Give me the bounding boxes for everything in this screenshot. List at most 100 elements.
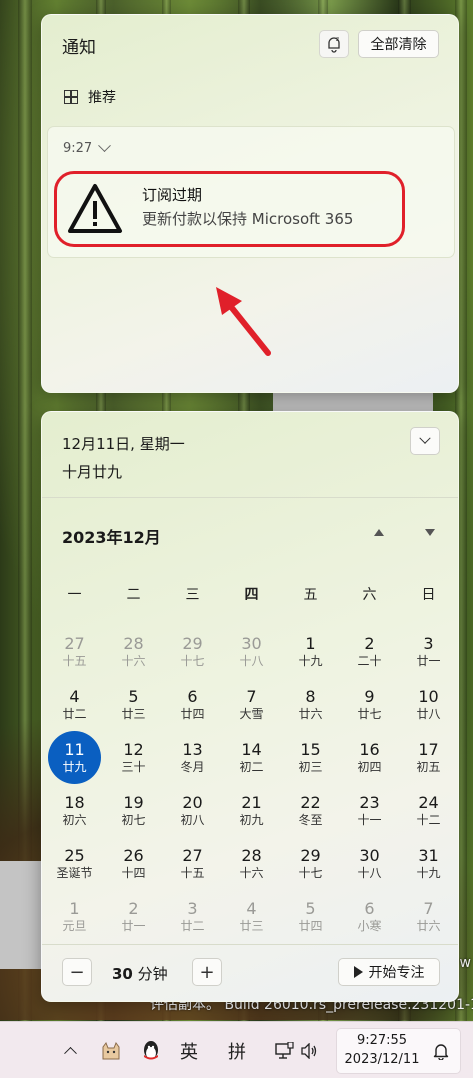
focus-minutes: 30 [112,965,133,983]
calendar-day[interactable]: 3 廿一 [399,625,458,678]
clear-all-button[interactable]: 全部清除 [358,30,439,58]
calendar-day[interactable]: 15 初三 [281,731,340,784]
calendar-day[interactable]: 4 廿三 [222,890,281,943]
do-not-disturb-icon: z [328,36,340,53]
day-number: 2 [128,899,139,918]
calendar-flyout: 12月11日, 星期一 十月廿九 2023年12月 一二三四五六日 27 十五 28… [41,411,459,1002]
calendar-day[interactable]: 3 廿二 [163,890,222,943]
day-lunar: 廿二 [180,919,205,933]
calendar-day[interactable]: 1 十九 [281,625,340,678]
day-number: 27 [182,846,203,865]
day-lunar: 廿三 [239,919,264,933]
calendar-day[interactable]: 5 廿三 [104,678,163,731]
clock-notification-button[interactable]: 9:27:55 2023/12/11 [336,1028,461,1074]
calendar-day[interactable]: 19 初七 [104,784,163,837]
calendar-day[interactable]: 1 元旦 [45,890,104,943]
day-number: 3 [423,634,434,653]
calendar-day[interactable]: 23 十一 [340,784,399,837]
calendar-day[interactable]: 18 初六 [45,784,104,837]
day-number: 1 [69,899,80,918]
day-lunar: 冬月 [180,760,205,774]
day-number: 23 [359,793,380,812]
weekday-label: 日 [421,587,436,603]
calendar-day[interactable]: 20 初八 [163,784,222,837]
calendar-day[interactable]: 6 小寒 [340,890,399,943]
calendar-day[interactable]: 2 二十 [340,625,399,678]
show-hidden-icons-button[interactable] [55,1022,85,1078]
start-focus-button[interactable]: 开始专注 [338,958,440,986]
notification-card[interactable]: 9:27 订阅过期 更新付款以保持 Microsoft 365 [47,126,455,258]
calendar-day[interactable]: 30 十八 [340,837,399,890]
warning-icon [68,184,122,233]
calendar-day[interactable]: 2 廿一 [104,890,163,943]
calendar-day[interactable]: 14 初二 [222,731,281,784]
decrease-focus-button[interactable]: − [62,958,92,986]
calendar-day[interactable]: 29 十七 [281,837,340,890]
calendar-day[interactable]: 30 十八 [222,625,281,678]
volume-icon [301,1042,317,1059]
calendar-day[interactable]: 24 十二 [399,784,458,837]
day-lunar: 廿四 [298,919,323,933]
day-number: 6 [364,899,375,918]
calendar-day[interactable]: 27 十五 [45,625,104,678]
calendar-day[interactable]: 8 廿六 [281,678,340,731]
calendar-day[interactable]: 4 廿二 [45,678,104,731]
calendar-day[interactable]: 27 十五 [163,837,222,890]
focus-footer: − 30 分钟 + 开始专注 [42,944,458,1001]
day-number: 24 [418,793,439,812]
calendar-day[interactable]: 13 冬月 [163,731,222,784]
calendar-day[interactable]: 31 十九 [399,837,458,890]
tray-app-qq[interactable] [135,1022,167,1078]
month-label[interactable]: 2023年12月 [62,524,161,548]
tray-app-cat[interactable] [95,1022,127,1078]
play-icon [353,966,363,978]
ime-language-toggle[interactable]: 英 [173,1022,205,1078]
calendar-day[interactable]: 21 初九 [222,784,281,837]
calendar-day[interactable]: 7 大雪 [222,678,281,731]
network-icon [275,1041,294,1059]
day-number: 26 [123,846,144,865]
day-lunar: 十二 [416,813,441,827]
day-lunar: 十六 [239,866,264,880]
calendar-day[interactable]: 28 十六 [222,837,281,890]
day-number: 30 [359,846,380,865]
day-lunar: 初二 [239,760,264,774]
previous-month-button[interactable] [374,529,384,536]
calendar-day[interactable]: 17 初五 [399,731,458,784]
calendar-day[interactable]: 22 冬至 [281,784,340,837]
calendar-day[interactable]: 26 十四 [104,837,163,890]
calendar-day[interactable]: 16 初四 [340,731,399,784]
collapse-calendar-button[interactable] [410,427,440,455]
weekday-label: 一 [67,587,82,603]
calendar-day[interactable]: 9 廿七 [340,678,399,731]
weekday-label: 五 [303,587,318,603]
day-number: 16 [359,740,380,759]
day-number: 25 [64,846,85,865]
chevron-down-icon[interactable] [98,139,112,153]
notification-time-row[interactable]: 9:27 [63,139,112,156]
calendar-days-grid: 27 十五 28 十六 29 十七 30 十八 1 十九 2 二十 3 廿一 4 廿二 5 廿三 6 廿四 7 大雪 8 廿六… [45,625,457,943]
calendar-day[interactable]: 10 廿八 [399,678,458,731]
increase-focus-button[interactable]: + [192,958,222,986]
calendar-day-today[interactable]: 11 廿九 [45,731,104,784]
desktop-watermark-tail: w [459,955,471,971]
next-month-button[interactable] [425,529,435,536]
ime-mode-toggle[interactable]: 拼 [221,1022,253,1078]
calendar-day[interactable]: 7 廿六 [399,890,458,943]
day-lunar: 初四 [357,760,382,774]
taskbar-date: 2023/12/11 [344,1052,420,1067]
calendar-date-label: 12月11日, 星期一 [62,435,185,453]
bell-icon[interactable] [433,1042,449,1060]
calendar-day[interactable]: 29 十七 [163,625,222,678]
day-number: 19 [123,793,144,812]
day-lunar: 廿七 [357,707,382,721]
calendar-day[interactable]: 28 十六 [104,625,163,678]
calendar-day[interactable]: 25 圣诞节 [45,837,104,890]
calendar-day[interactable]: 5 廿四 [281,890,340,943]
calendar-day[interactable]: 12 三十 [104,731,163,784]
day-lunar: 十五 [62,654,87,668]
network-volume-button[interactable] [268,1022,324,1078]
calendar-day[interactable]: 6 廿四 [163,678,222,731]
do-not-disturb-button[interactable]: z [319,30,349,58]
day-number: 21 [241,793,262,812]
